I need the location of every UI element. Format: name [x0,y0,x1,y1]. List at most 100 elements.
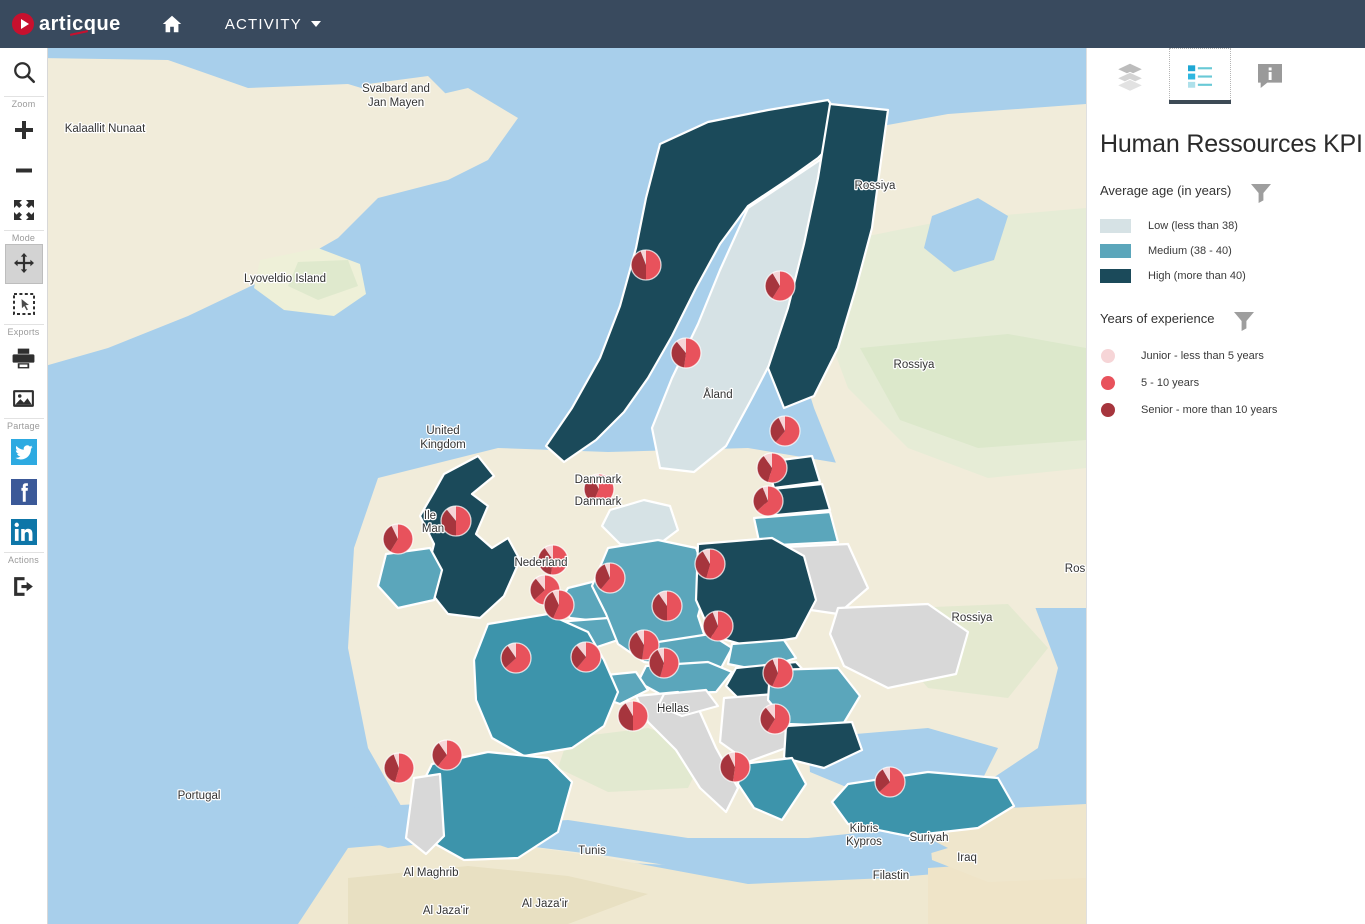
legend-filter-button[interactable] [1232,309,1256,336]
legend-years-experience: Years of experience Junior - less than 5… [1087,283,1365,417]
app-logo[interactable]: articque [12,13,121,36]
legend-item[interactable]: Junior - less than 5 years [1100,349,1365,363]
map-marker-pie[interactable] [763,658,793,688]
legend-header: Average age (in years) [1100,181,1365,208]
legend-filter-button[interactable] [1249,181,1273,208]
map-marker-pie[interactable] [501,643,531,673]
plus-icon [12,118,36,142]
map-label: Kypros [846,836,882,848]
articque-logo-icon [12,13,34,35]
toolbar-group-mode: Mode [0,231,48,324]
map-marker-pie[interactable] [649,648,679,678]
activity-menu-label: ACTIVITY [225,16,302,33]
map-marker-pie[interactable] [720,752,750,782]
map-marker-pie[interactable] [631,250,661,280]
share-linkedin-button[interactable] [11,519,37,545]
page-title: Human Ressources KPI [1087,106,1365,159]
legend-item[interactable]: Low (less than 38) [1100,219,1365,233]
legend-item[interactable]: Senior - more than 10 years [1100,403,1365,417]
legend-title: Average age (in years) [1100,181,1231,198]
legend-item-label: Medium (38 - 40) [1148,245,1232,257]
image-icon [11,386,36,411]
legend-item-label: Low (less than 38) [1148,220,1238,232]
map-label: Svalbard and [362,83,430,95]
map-marker-pie[interactable] [695,549,725,579]
map-marker-pie[interactable] [875,767,905,797]
legend-item-label: 5 - 10 years [1141,377,1199,389]
search-button[interactable] [5,48,43,96]
map-canvas[interactable]: Svalbard and Jan Mayen Kalaallit Nunaat Ros… [48,48,1086,924]
tab-info[interactable] [1239,48,1301,104]
legend-title: Years of experience [1100,309,1214,326]
tab-layers[interactable] [1099,48,1161,104]
logout-icon [11,574,36,599]
map-marker-pie[interactable] [770,416,800,446]
legend-swatch [1101,376,1115,390]
activity-menu[interactable]: ACTIVITY [225,16,321,33]
pan-mode-button[interactable] [5,244,43,284]
map-label: Kalaallit Nunaat [65,123,146,135]
map-label: Jan Mayen [368,97,424,109]
map-marker-pie[interactable] [671,338,701,368]
map-marker-pie[interactable] [595,563,625,593]
map-marker-pie[interactable] [765,271,795,301]
toolbar-group-partage: Partage [0,419,48,552]
share-facebook-button[interactable] [11,479,37,505]
map-label: Åland [703,388,732,401]
map-marker-pie[interactable] [618,701,648,731]
legend-item[interactable]: High (more than 40) [1100,269,1365,283]
legend-item[interactable]: Medium (38 - 40) [1100,244,1365,258]
map-label: Al Jaza'ir [522,898,568,910]
legend-item-label: Senior - more than 10 years [1141,404,1277,416]
map-label: Ros [1065,563,1086,575]
toolbar-group-partage-label: Partage [0,419,48,432]
map-marker-pie[interactable] [432,740,462,770]
printer-icon [11,346,36,371]
twitter-icon [11,439,37,465]
legend-swatch [1101,349,1115,363]
map-marker-pie[interactable] [760,704,790,734]
expand-arrows-icon [12,198,36,222]
legend-item[interactable]: 5 - 10 years [1100,376,1365,390]
zoom-out-button[interactable] [5,150,43,190]
chevron-down-icon [311,21,321,27]
map-label: Kingdom [420,439,465,451]
legend-swatch [1100,244,1131,258]
map-marker-pie[interactable] [703,611,733,641]
filter-funnel-icon [1249,181,1273,205]
map-label: Lyoveldio Island [244,273,326,285]
legend-header: Years of experience [1100,309,1365,336]
zoom-fit-button[interactable] [5,190,43,230]
share-twitter-button[interactable] [11,439,37,465]
map-marker-pie[interactable] [571,642,601,672]
map-label: Al Jaza'ir [423,905,469,917]
legend-rows: Junior - less than 5 years 5 - 10 years Se… [1100,349,1365,417]
map-marker-pie[interactable] [383,524,413,554]
tab-legend[interactable] [1169,48,1231,104]
map-label: Ile [424,510,436,522]
map-marker-pie[interactable] [757,453,787,483]
home-button[interactable] [155,7,189,41]
legend-item-label: High (more than 40) [1148,270,1246,282]
map-marker-pie[interactable] [652,591,682,621]
image-export-button[interactable] [5,378,43,418]
map-marker-pie[interactable] [441,506,471,536]
logout-button[interactable] [5,566,43,606]
map-label: Suriyah [910,832,949,844]
home-icon [161,13,183,35]
legend-swatch [1101,403,1115,417]
map-marker-pie[interactable] [753,486,783,516]
info-bubble-icon [1254,60,1286,92]
map-label: Filastin [873,870,909,882]
panel-tab-bar [1087,48,1365,106]
print-export-button[interactable] [5,338,43,378]
toolbar-group-actions-label: Actions [0,553,48,566]
map-marker-pie[interactable] [544,590,574,620]
logo-text: articque [39,13,121,36]
left-toolbar: Zoom Mode [0,48,48,924]
map-marker-pie[interactable] [384,753,414,783]
legend-list-icon [1184,60,1216,92]
zoom-in-button[interactable] [5,110,43,150]
select-mode-button[interactable] [5,284,43,324]
map-label: Al Maghrib [404,867,459,879]
